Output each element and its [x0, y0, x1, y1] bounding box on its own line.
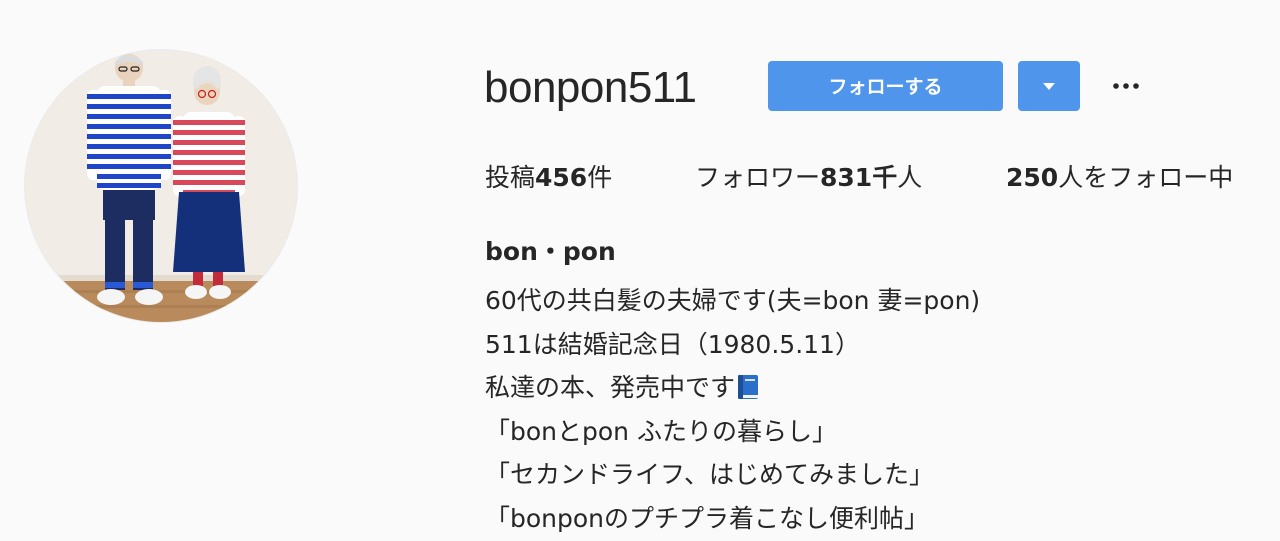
caret-down-icon [1043, 82, 1055, 90]
bio-line: 「bonとpon ふたりの暮らし」 [485, 416, 837, 446]
posts-number: 456 [535, 163, 588, 192]
avatar[interactable] [25, 50, 297, 322]
more-options-button[interactable] [1106, 70, 1146, 102]
follow-button[interactable]: フォローする [768, 61, 1003, 111]
bio-line: 私達の本、発売中です [485, 366, 980, 410]
ellipsis-icon [1113, 83, 1139, 89]
bio-line: 60代の共白髪の夫婦です(夫=bon 妻=pon) [485, 286, 981, 315]
bio-line: 511は結婚記念日（1980.5.11） [485, 329, 860, 359]
bio-line: 「セカンドライフ、はじめてみました」 [485, 460, 935, 489]
following-suffix: 人をフォロー中 [1058, 163, 1234, 192]
full-name: bon・pon [485, 237, 616, 266]
followers-number: 831千 [820, 163, 898, 192]
blue-book-icon [738, 375, 759, 399]
bio-line: 「bonponのプチプラ着こなし便利帖」 [485, 503, 930, 533]
bio-line-text: 私達の本、発売中です [485, 373, 736, 402]
followers-link[interactable]: フォロワー831千人 [695, 160, 922, 196]
posts-count: 投稿456件 [485, 160, 612, 196]
suggested-accounts-dropdown-button[interactable] [1018, 61, 1080, 111]
following-link[interactable]: 250人をフォロー中 [1006, 160, 1233, 196]
username: bonpon511 [484, 63, 697, 112]
avatar-photo [25, 50, 297, 322]
posts-suffix: 件 [587, 163, 613, 192]
bio: 60代の共白髪の夫婦です(夫=bon 妻=pon) 511は結婚記念日（1980… [485, 279, 980, 540]
posts-prefix: 投稿 [485, 163, 536, 192]
following-number: 250 [1006, 163, 1059, 192]
followers-prefix: フォロワー [695, 163, 821, 192]
followers-suffix: 人 [897, 163, 923, 192]
profile-header: bonpon511 フォローする 投稿456件 フォロワー831千人 250人を… [0, 0, 1280, 541]
